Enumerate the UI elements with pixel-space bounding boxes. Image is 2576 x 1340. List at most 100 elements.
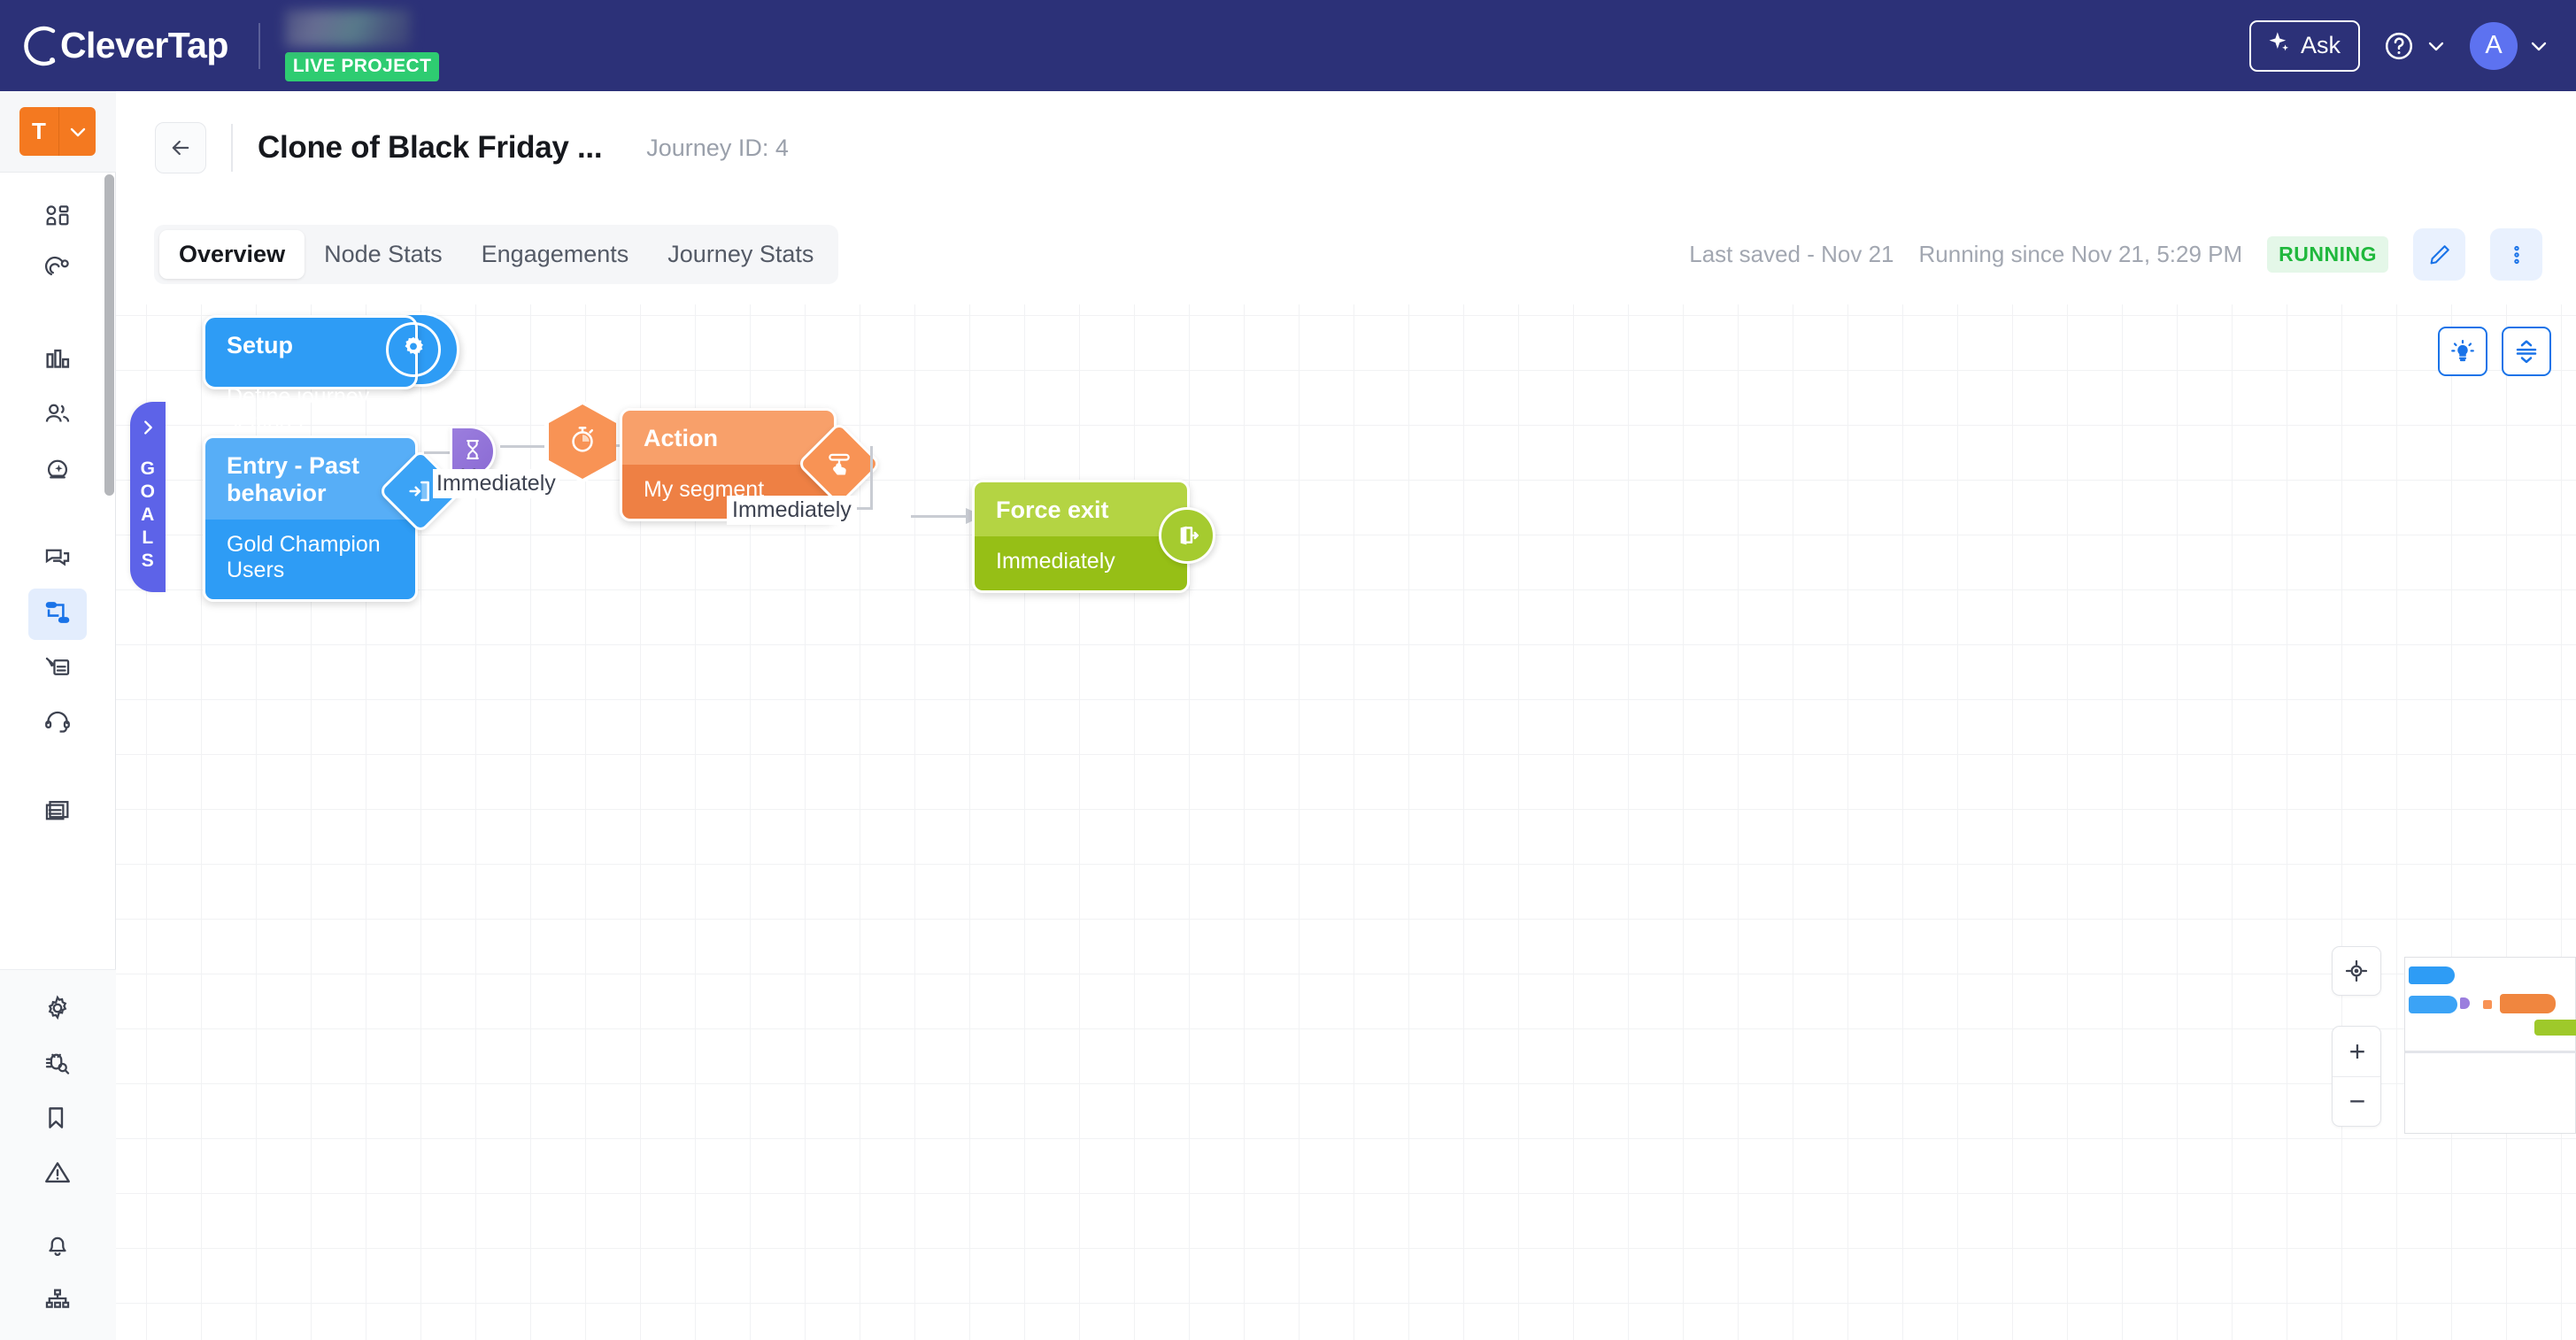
gear-icon: [386, 322, 441, 377]
last-saved-label: Last saved - Nov 21: [1689, 241, 1894, 267]
help-chevron-down-icon[interactable]: [2426, 35, 2447, 57]
align-distribute-button[interactable]: [2502, 327, 2551, 376]
sidebar-item-debug[interactable]: [28, 1039, 87, 1090]
tab-overview[interactable]: Overview: [159, 230, 305, 279]
messages-chat-icon: [42, 543, 73, 577]
dashboards-icon: [42, 201, 73, 235]
edit-journey-button[interactable]: [2413, 228, 2465, 281]
rail-scrollbar[interactable]: [104, 174, 114, 496]
sidebar-item-dashboards[interactable]: [28, 192, 87, 243]
tab-group: Overview Node Stats Engagements Journey …: [154, 225, 839, 284]
journey-status-cluster: Last saved - Nov 21 Running since Nov 21…: [1689, 228, 2576, 281]
support-headset-icon: [42, 707, 73, 742]
force-exit-node-subtitle: Immediately: [996, 549, 1115, 574]
tab-node-stats[interactable]: Node Stats: [305, 230, 462, 279]
ask-button[interactable]: Ask: [2248, 19, 2360, 72]
minimap-node-setup: [2409, 966, 2455, 984]
zoom-controls: + −: [2332, 1026, 2381, 1127]
zoom-in-button[interactable]: +: [2333, 1027, 2380, 1076]
help-circle-icon[interactable]: [2383, 30, 2415, 62]
rail-primary-items: [0, 173, 116, 969]
page-header: Clone of Black Friday ... Journey ID: 4: [116, 91, 2576, 204]
sidebar-item-messages[interactable]: [28, 534, 87, 585]
arrow-left-icon: [172, 140, 189, 156]
setup-node-title: Setup: [227, 332, 294, 358]
brand-name: CleverTap: [60, 25, 228, 65]
goals-drawer-tab[interactable]: GOALS: [130, 402, 166, 592]
more-vertical-icon: [2513, 245, 2519, 264]
journey-more-menu-button[interactable]: [2490, 228, 2542, 281]
edge-label-immediately-2: Immediately: [727, 496, 857, 525]
account-chevron-down-icon[interactable]: [2528, 35, 2549, 57]
sidebar-item-journeys[interactable]: [28, 589, 87, 640]
org-chevron-down-icon[interactable]: [58, 107, 96, 156]
insights-bulb-button[interactable]: [2438, 327, 2487, 376]
ask-button-label: Ask: [2300, 31, 2341, 58]
sidebar-item-campaigns[interactable]: [28, 643, 87, 695]
tab-engagements[interactable]: Engagements: [462, 230, 649, 279]
chevron-right-icon: [138, 418, 158, 442]
sidebar-item-acquire[interactable]: [28, 247, 87, 298]
sidebar-item-analytics[interactable]: [28, 335, 87, 387]
status-badge: RUNNING: [2267, 236, 2388, 273]
org-initial-button[interactable]: T: [19, 107, 58, 156]
stopwatch-icon: [566, 423, 599, 461]
ai-crystal-ball-icon: [42, 454, 73, 489]
brand-logo[interactable]: CleverTap: [0, 25, 228, 67]
goals-label: GOALS: [140, 458, 156, 571]
alerts-warning-icon: [42, 1158, 73, 1192]
sidebar-item-org-hierarchy[interactable]: [28, 1276, 87, 1328]
node-entry[interactable]: Entry - Past behavior Gold Champion User…: [203, 435, 464, 602]
minimap-node-force-exit: [2534, 1020, 2576, 1036]
align-distribute-icon: [2516, 340, 2537, 364]
node-setup[interactable]: Setup Define journey settings: [203, 312, 459, 435]
bookmark-icon: [42, 1103, 73, 1137]
org-switcher: T: [0, 91, 116, 173]
running-since-label: Running since Nov 21, 5:29 PM: [1918, 241, 2243, 267]
canvas-minimap[interactable]: [2404, 957, 2576, 1134]
sidebar-item-content[interactable]: [28, 787, 87, 838]
project-name-redacted: [284, 10, 411, 47]
header-divider: [231, 124, 233, 172]
sidebar-item-bookmarks[interactable]: [28, 1094, 87, 1145]
fit-view-button[interactable]: [2332, 946, 2381, 996]
hourglass-icon: [460, 437, 485, 466]
account-menu[interactable]: A: [2470, 21, 2549, 70]
journey-id-label: Journey ID: 4: [646, 134, 789, 161]
fit-view-target-icon: [2345, 959, 2368, 982]
notifications-bell-icon: [42, 1230, 73, 1265]
minimap-node-action: [2500, 994, 2556, 1013]
minimap-node-timer: [2483, 1000, 2492, 1009]
insights-bulb-icon: [2451, 340, 2474, 362]
tab-journey-stats[interactable]: Journey Stats: [648, 230, 833, 279]
project-selector[interactable]: LIVE PROJECT: [284, 10, 440, 81]
top-navigation-bar: CleverTap LIVE PROJECT Ask A: [0, 0, 2576, 91]
journey-canvas[interactable]: GOALS Setup Define journey settings Entr…: [116, 304, 2576, 1340]
zoom-out-button[interactable]: −: [2333, 1076, 2380, 1126]
node-force-exit[interactable]: Force exit Immediately: [972, 480, 1215, 593]
page-title: Clone of Black Friday ...: [258, 130, 603, 165]
sidebar-item-segments[interactable]: [28, 390, 87, 442]
live-project-badge: LIVE PROJECT: [284, 52, 440, 81]
avatar[interactable]: A: [2470, 21, 2518, 70]
top-bar-actions: Ask A: [2248, 19, 2576, 72]
journeys-flow-icon: [42, 597, 73, 632]
sidebar-item-ai[interactable]: [28, 445, 87, 497]
sidebar-item-alerts[interactable]: [28, 1149, 87, 1200]
debug-bug-search-icon: [42, 1048, 73, 1082]
segments-users-icon: [42, 399, 73, 434]
content-pages-icon: [42, 796, 73, 830]
back-button[interactable]: [155, 122, 206, 173]
entry-node-card[interactable]: Entry - Past behavior Gold Champion User…: [203, 435, 418, 602]
help-menu[interactable]: [2383, 30, 2447, 62]
left-navigation-rail: T: [0, 91, 116, 1340]
sidebar-item-notifications[interactable]: [28, 1221, 87, 1273]
sidebar-item-settings[interactable]: [28, 984, 87, 1036]
journey-tab-row: Overview Node Stats Engagements Journey …: [116, 204, 2576, 304]
force-exit-node-card[interactable]: Force exit Immediately: [972, 480, 1190, 593]
sidebar-item-support[interactable]: [28, 698, 87, 750]
brand-divider: [258, 22, 260, 69]
pencil-edit-icon: [2430, 244, 2449, 264]
sparkle-icon: [2266, 30, 2291, 61]
settings-gear-icon: [42, 993, 73, 1028]
